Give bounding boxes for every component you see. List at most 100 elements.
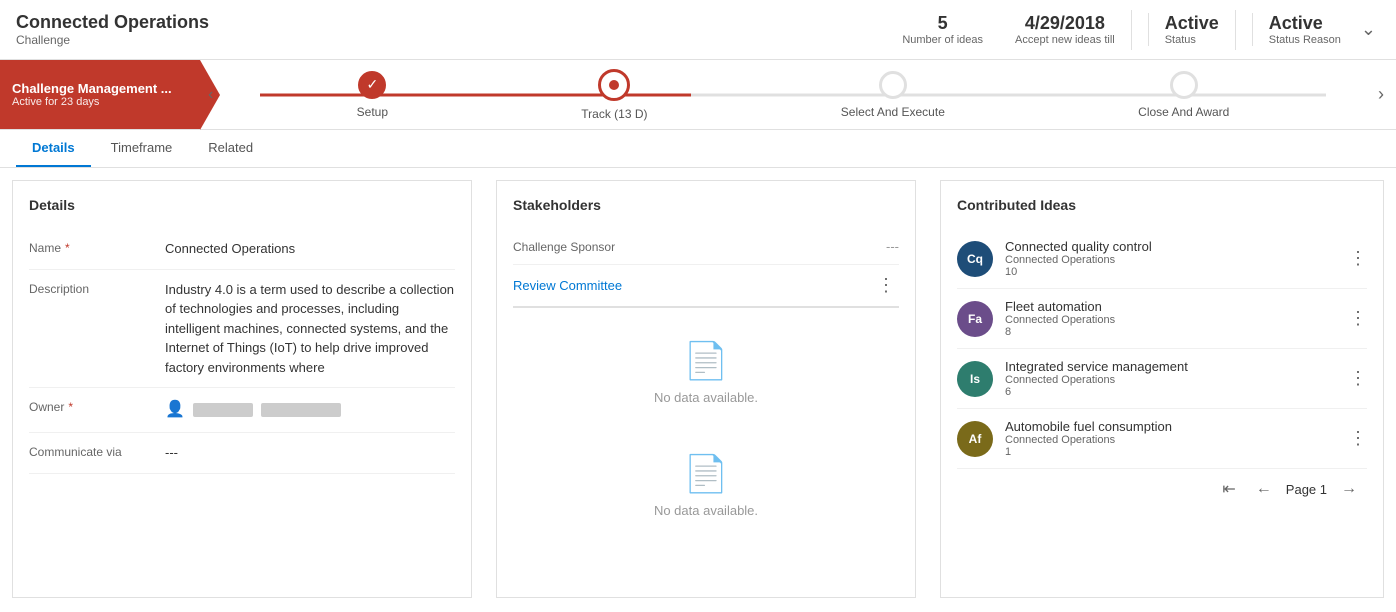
owner-required: *	[68, 400, 73, 414]
no-data-icon-2: 📄	[684, 453, 729, 495]
review-committee-more-button[interactable]: ⋮	[873, 275, 899, 296]
status-reason-label: Status Reason	[1269, 34, 1341, 46]
stakeholders-panel-title: Stakeholders	[513, 197, 899, 213]
field-description: Description Industry 4.0 is a term used …	[29, 270, 455, 389]
idea-more-button[interactable]: ⋮	[1349, 248, 1367, 269]
idea-row: AfAutomobile fuel consumptionConnected O…	[957, 409, 1367, 469]
stage-circle-select	[879, 71, 907, 99]
tab-details[interactable]: Details	[16, 130, 91, 167]
owner-row: 👤	[165, 398, 455, 422]
tab-timeframe[interactable]: Timeframe	[95, 130, 189, 167]
header-expand-button[interactable]: ⌄	[1357, 15, 1380, 44]
idea-more-button[interactable]: ⋮	[1349, 308, 1367, 329]
status-reason-group: Active Status Reason	[1252, 13, 1341, 46]
status-group: Active Status	[1148, 13, 1219, 46]
communicate-label: Communicate via	[29, 443, 149, 459]
contributed-ideas-title: Contributed Ideas	[957, 197, 1367, 213]
pagination: ⇤ ← Page 1 →	[957, 469, 1367, 501]
challenge-sponsor-label: Challenge Sponsor	[513, 240, 615, 254]
stage-circle-setup: ✓	[358, 71, 386, 99]
idea-count: 6	[1005, 386, 1337, 398]
description-label: Description	[29, 280, 149, 296]
date-label: Accept new ideas till	[1015, 34, 1115, 46]
status-reason-value: Active	[1269, 13, 1341, 34]
details-panel: Details Name* Connected Operations Descr…	[12, 180, 472, 598]
owner-label: Owner*	[29, 398, 149, 414]
stage-nav-right[interactable]: ›	[1366, 60, 1396, 129]
status-label: Status	[1165, 34, 1219, 46]
divider2	[1235, 10, 1236, 50]
owner-value: 👤	[165, 398, 455, 422]
page-subtitle: Challenge	[16, 33, 902, 47]
idea-row: Fa Fleet automationConnected Operations8 ⋮	[957, 289, 1367, 349]
contributed-ideas-panel: Contributed Ideas Cq Connected quality co…	[940, 180, 1384, 598]
name-required: *	[65, 241, 70, 255]
tab-related[interactable]: Related	[192, 130, 269, 167]
idea-count: 1	[1005, 446, 1337, 458]
field-owner: Owner* 👤	[29, 388, 455, 433]
stage-circle-track	[598, 69, 630, 101]
idea-sub: Connected Operations	[1005, 434, 1337, 446]
idea-count: 10	[1005, 266, 1337, 278]
pill-title: Challenge Management ...	[12, 81, 188, 96]
idea-sub: Connected Operations	[1005, 374, 1337, 386]
process-bar: Challenge Management ... Active for 23 d…	[0, 60, 1396, 130]
header-title: Connected Operations Challenge	[16, 12, 902, 47]
stage-label-setup: Setup	[357, 105, 388, 119]
owner-blurred-1	[193, 403, 253, 417]
status-section: Active Status Active Status Reason ⌄	[1131, 10, 1380, 50]
page-label: Page 1	[1286, 482, 1327, 497]
idea-avatar: Is	[957, 361, 993, 397]
ideas-count-stat: 5 Number of ideas	[902, 13, 983, 46]
challenge-sponsor-value: ---	[886, 239, 899, 254]
stage-close: Close And Award	[1138, 71, 1229, 119]
idea-title: Connected quality control	[1005, 239, 1337, 254]
stage-circle-close	[1170, 71, 1198, 99]
idea-more-button[interactable]: ⋮	[1349, 368, 1367, 389]
field-name: Name* Connected Operations	[29, 229, 455, 270]
stage-select: Select And Execute	[841, 71, 945, 119]
field-communicate: Communicate via ---	[29, 433, 455, 474]
stage-track-stage: Track (13 D)	[581, 69, 647, 121]
review-committee-label: Review Committee	[513, 278, 622, 293]
main-content: Details Name* Connected Operations Descr…	[0, 168, 1396, 610]
page-title: Connected Operations	[16, 12, 902, 33]
page-prev-button[interactable]: ←	[1250, 478, 1278, 500]
challenge-pill[interactable]: Challenge Management ... Active for 23 d…	[0, 60, 200, 129]
challenge-sponsor-row: Challenge Sponsor ---	[513, 229, 899, 265]
stage-label-track: Track (13 D)	[581, 107, 647, 121]
description-value: Industry 4.0 is a term used to describe …	[165, 280, 455, 378]
idea-row: Cq Connected quality controlConnected Ope…	[957, 229, 1367, 289]
stage-setup: ✓ Setup	[357, 71, 388, 119]
ideas-list: CqConnected quality controlConnected Ope…	[957, 229, 1367, 469]
idea-avatar: Fa	[957, 301, 993, 337]
idea-info: Fleet automationConnected Operations8	[1005, 299, 1337, 338]
person-icon: 👤	[165, 398, 185, 422]
idea-info: Integrated service managementConnected O…	[1005, 359, 1337, 398]
idea-title: Fleet automation	[1005, 299, 1337, 314]
status-value: Active	[1165, 13, 1219, 34]
stages-container: ✓ Setup Track (13 D) Select And Execute …	[200, 69, 1366, 121]
page-next-button[interactable]: →	[1335, 478, 1363, 500]
idea-sub: Connected Operations	[1005, 254, 1337, 266]
idea-avatar: Cq	[957, 241, 993, 277]
stakeholders-panel: Stakeholders Challenge Sponsor --- Revie…	[496, 180, 916, 598]
owner-blurred-2	[261, 403, 341, 417]
review-committee-no-data: 📄 No data available.	[513, 316, 899, 429]
no-data-text-2: No data available.	[654, 503, 758, 518]
sponsor-no-data: 📄 No data available.	[513, 429, 899, 542]
no-data-text-1: No data available.	[654, 390, 758, 405]
name-value: Connected Operations	[165, 239, 455, 259]
idea-more-button[interactable]: ⋮	[1349, 428, 1367, 449]
name-label: Name*	[29, 239, 149, 255]
stage-label-select: Select And Execute	[841, 105, 945, 119]
communicate-value: ---	[165, 443, 455, 463]
details-panel-title: Details	[29, 197, 455, 213]
stage-nav-left[interactable]: ‹	[200, 60, 221, 129]
idea-title: Automobile fuel consumption	[1005, 419, 1337, 434]
idea-title: Integrated service management	[1005, 359, 1337, 374]
date-stat: 4/29/2018 Accept new ideas till	[1015, 13, 1115, 46]
page-first-button[interactable]: ⇤	[1216, 477, 1241, 501]
pill-sub: Active for 23 days	[12, 96, 188, 108]
idea-info: Automobile fuel consumptionConnected Ope…	[1005, 419, 1337, 458]
